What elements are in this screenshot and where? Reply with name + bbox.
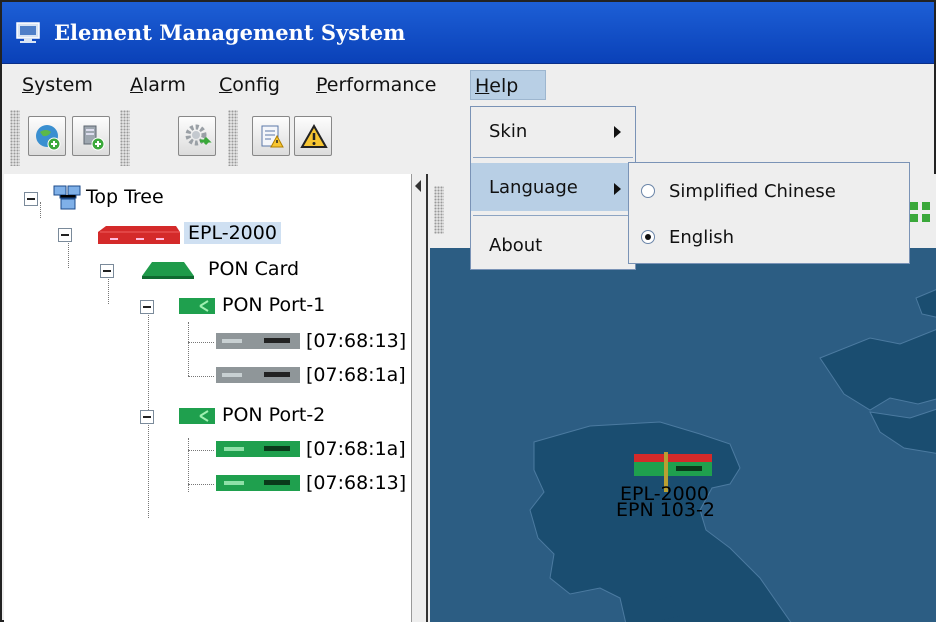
olt-device-icon [98,226,180,244]
network-tree-icon [53,185,81,210]
warning-icon [300,123,328,148]
pon-port-icon [179,298,215,314]
submenu-arrow-icon [614,126,621,138]
menu-item-language-label: Language [489,177,578,198]
main-window: Element Management System System Alarm C… [0,0,936,622]
add-network-button[interactable] [28,116,66,156]
collapse-left-arrow-icon[interactable] [415,180,421,192]
menu-performance[interactable]: Performance [312,70,440,100]
menu-help[interactable]: Help [470,70,546,100]
report-alarm-icon [261,125,284,148]
onu-device-icon [216,441,300,457]
toolbar-grip[interactable] [10,110,20,166]
menu-separator [473,157,633,158]
language-option-chinese[interactable]: Simplified Chinese [629,171,909,209]
menu-item-about-label: About [489,235,543,256]
menu-separator [473,215,633,216]
tree-onu-label[interactable]: [07:68:13] [306,472,406,494]
app-monitor-icon [16,22,40,43]
window-title: Element Management System [54,20,406,45]
collapse-toggle-port-2[interactable] [140,410,154,424]
menu-item-skin[interactable]: Skin [471,111,635,149]
menu-alarm[interactable]: Alarm [126,70,190,100]
tree-card-label[interactable]: PON Card [208,258,299,280]
config-button[interactable] [178,116,216,156]
menu-bar: System Alarm Config Performance Help [2,64,934,104]
device-add-icon [83,125,105,151]
pon-card-icon [142,262,194,279]
tree-port-2-label[interactable]: PON Port-2 [222,404,325,426]
tree-onu-label[interactable]: [07:68:1a] [306,438,406,460]
submenu-arrow-icon [614,183,621,195]
onu-device-icon [216,475,300,491]
tree-onu-label[interactable]: [07:68:1a] [306,364,406,386]
toolbar-grip-3 [228,110,238,166]
menu-config-label: onfig [232,74,280,96]
menu-item-skin-label: Skin [489,121,528,142]
add-device-button[interactable] [72,116,110,156]
grid-view-icon[interactable] [908,200,936,226]
map-node-label[interactable]: EPN 103-2 [616,500,715,520]
map-toolbar-grip[interactable] [434,186,444,234]
topology-tree[interactable]: Top Tree EPL-2000 PON Card PON Port-1 [0… [4,174,412,622]
tree-root-label[interactable]: Top Tree [86,186,164,208]
toolbar-grip-2 [120,110,130,166]
tree-port-1-label[interactable]: PON Port-1 [222,294,325,316]
language-option-english-label: English [669,227,734,248]
menu-item-language[interactable]: Language [471,163,635,211]
menu-performance-label: erformance [326,74,437,96]
tree-device-label[interactable]: EPL-2000 [184,222,281,244]
gear-icon [185,124,212,146]
collapse-toggle-port-1[interactable] [140,300,154,314]
menu-help-label: elp [489,75,519,97]
collapse-toggle-root[interactable] [24,192,38,206]
alarm-button[interactable] [294,116,332,156]
language-option-chinese-label: Simplified Chinese [669,181,836,202]
map-land [529,289,936,622]
pon-port-icon [179,408,215,424]
help-dropdown: Skin Language About [470,106,636,270]
menu-system[interactable]: System [18,70,97,100]
tree-onu-label[interactable]: [07:68:13] [306,330,406,352]
radio-checked-icon[interactable] [641,230,655,244]
panel-splitter[interactable] [412,174,426,622]
topology-map[interactable]: EPL-2000 EPN 103-2 [430,248,936,622]
menu-config[interactable]: Config [215,70,284,100]
globe-add-icon [36,125,61,151]
onu-device-icon [216,367,300,383]
menu-alarm-label: larm [143,74,186,96]
language-option-english[interactable]: English [629,217,909,255]
title-bar[interactable]: Element Management System [2,2,934,64]
menu-item-about[interactable]: About [471,225,635,263]
language-submenu: Simplified Chinese English [628,162,910,264]
collapse-toggle-card[interactable] [100,264,114,278]
menu-system-label: ystem [34,74,93,96]
alarm-report-button[interactable] [252,116,290,156]
onu-device-icon [216,333,300,349]
collapse-toggle-device[interactable] [58,228,72,242]
radio-unchecked-icon[interactable] [641,184,655,198]
